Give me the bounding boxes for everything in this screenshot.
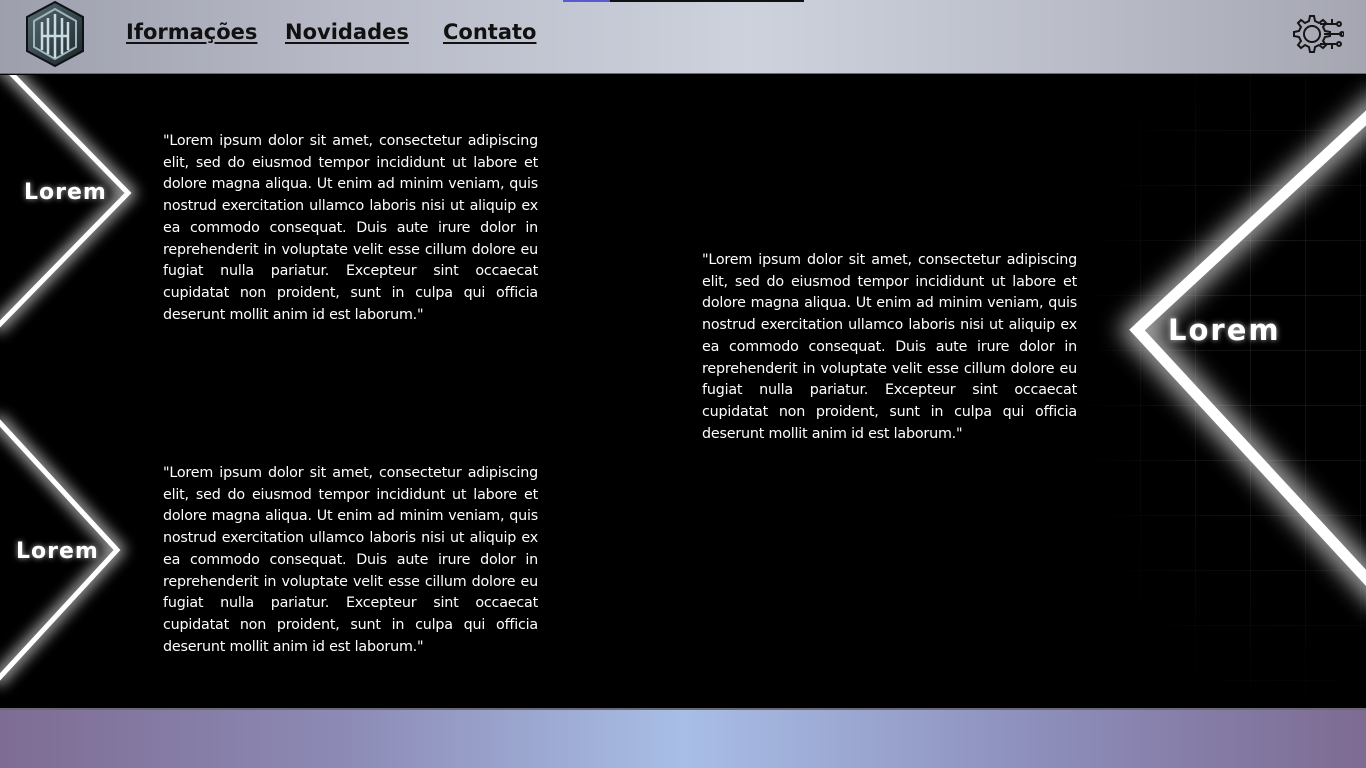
section-text-1: "Lorem ipsum dolor sit amet, consectetur… [163, 133, 538, 323]
hexagon-logo-icon[interactable] [24, 0, 86, 70]
footer-bar [0, 708, 1366, 768]
section-label-2: Lorem [16, 539, 99, 564]
gear-circuit-icon[interactable] [1288, 10, 1344, 58]
top-progress-line [563, 0, 804, 2]
nav-link-informacoes[interactable]: Iformações [126, 20, 257, 44]
section-label-3: Lorem [1168, 313, 1281, 347]
nav-link-novidades[interactable]: Novidades [285, 20, 409, 44]
section-text-2: "Lorem ipsum dolor sit amet, consectetur… [163, 465, 538, 655]
top-navbar: Iformações Novidades Contato [0, 0, 1366, 74]
neon-chevron-1 [0, 75, 138, 334]
section-label-1: Lorem [24, 180, 107, 205]
nav-link-contato[interactable]: Contato [443, 20, 536, 44]
main-content: Lorem Lorem Lorem "Lorem ipsum dolor sit… [0, 75, 1366, 708]
top-progress-accent [563, 0, 610, 2]
neon-chevron-3 [1118, 100, 1366, 598]
section-text-3: "Lorem ipsum dolor sit amet, consectetur… [702, 252, 1077, 442]
